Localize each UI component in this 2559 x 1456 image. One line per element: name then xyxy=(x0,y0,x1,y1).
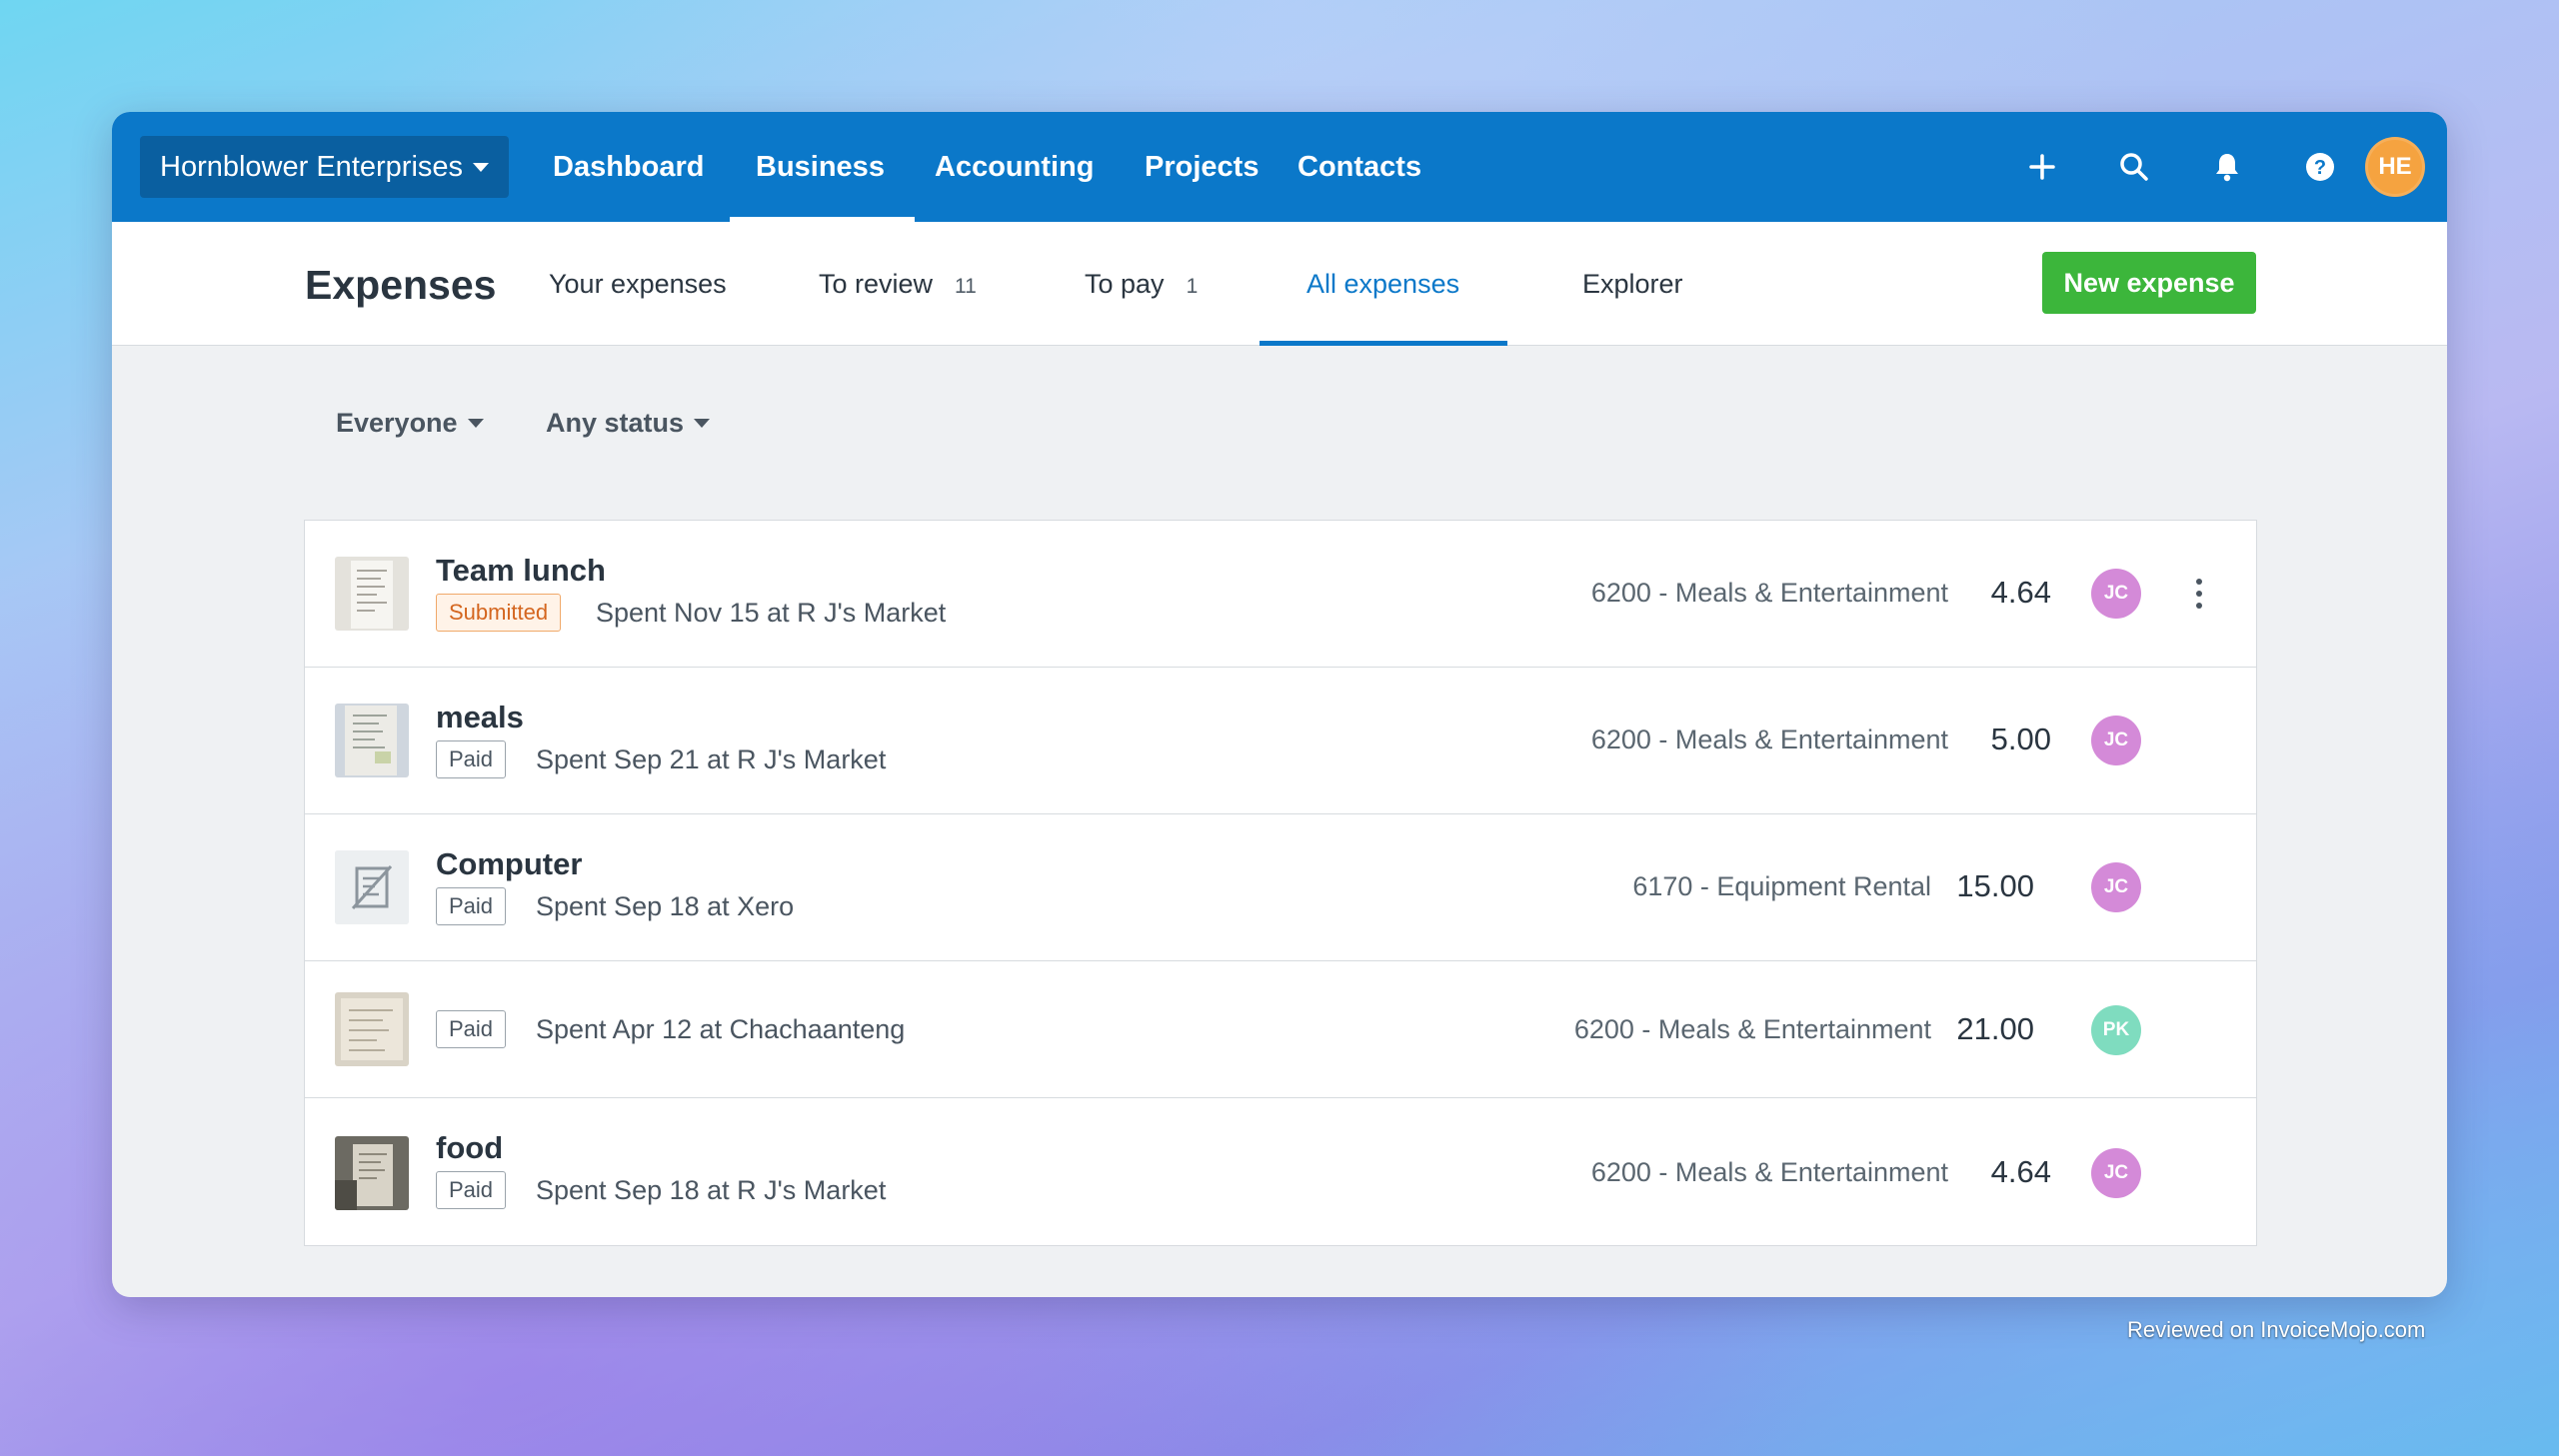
tab-all-expenses[interactable]: All expenses xyxy=(1306,222,1459,346)
expense-amount: 5.00 xyxy=(1990,722,2051,756)
expense-amount: 4.64 xyxy=(1990,575,2051,610)
expense-account: 6200 - Meals & Entertainment xyxy=(1590,578,1948,608)
page-title: Expenses xyxy=(305,262,497,308)
tab-your-expenses[interactable]: Your expenses xyxy=(549,222,727,346)
user-avatar: JC xyxy=(2091,716,2141,765)
status-filter-dropdown[interactable]: Any status xyxy=(546,408,711,439)
expense-meta: Spent Sep 21 at R J's Market xyxy=(536,744,887,774)
tab-count: 11 xyxy=(955,275,977,298)
expense-row[interactable]: food Paid Spent Sep 18 at R J's Market 6… xyxy=(305,1098,2256,1245)
caret-down-icon xyxy=(694,419,711,428)
nav-business[interactable]: Business xyxy=(730,112,915,222)
tab-label: To pay xyxy=(1085,269,1165,299)
nav-accounting[interactable]: Accounting xyxy=(935,112,1095,222)
status-badge: Paid xyxy=(436,1171,507,1209)
tab-label: Your expenses xyxy=(549,269,727,299)
expense-account: 6200 - Meals & Entertainment xyxy=(1590,1157,1948,1187)
person-filter-dropdown[interactable]: Everyone xyxy=(336,408,484,439)
expense-meta: Spent Apr 12 at Chachaanteng xyxy=(536,1014,906,1044)
expense-amount: 21.00 xyxy=(1956,1011,2034,1046)
expense-row[interactable]: Computer Paid Spent Sep 18 at Xero 6170 … xyxy=(305,814,2256,961)
expense-account: 6200 - Meals & Entertainment xyxy=(1590,725,1948,754)
expense-row[interactable]: Paid Spent Apr 12 at Chachaanteng 6200 -… xyxy=(305,961,2256,1098)
status-filter-value: Any status xyxy=(546,408,685,438)
no-receipt-icon xyxy=(335,850,409,924)
nav-dashboard[interactable]: Dashboard xyxy=(553,112,704,222)
top-navigation: Hornblower Enterprises Dashboard Busines… xyxy=(112,112,2447,222)
caret-down-icon xyxy=(473,162,490,172)
status-badge: Paid xyxy=(436,887,507,925)
user-avatar: PK xyxy=(2091,1005,2141,1055)
expense-list: Team lunch Submitted Spent Nov 15 at R J… xyxy=(304,520,2257,1246)
organization-name: Hornblower Enterprises xyxy=(160,150,464,183)
tab-label: All expenses xyxy=(1306,269,1460,299)
expense-amount: 4.64 xyxy=(1990,1154,2051,1189)
expense-account: 6170 - Equipment Rental xyxy=(1632,871,1931,901)
bell-icon[interactable] xyxy=(2207,147,2247,187)
receipt-thumbnail[interactable] xyxy=(335,704,409,777)
status-badge: Submitted xyxy=(436,594,562,632)
app-window: Hornblower Enterprises Dashboard Busines… xyxy=(112,112,2447,1297)
new-expense-button[interactable]: New expense xyxy=(2042,252,2256,314)
tab-to-review[interactable]: To review 11 xyxy=(819,222,977,346)
expense-title[interactable]: Computer xyxy=(436,846,582,882)
user-avatar: JC xyxy=(2091,1148,2141,1198)
tab-count: 1 xyxy=(1186,275,1199,298)
active-tab-indicator xyxy=(1260,341,1507,346)
person-filter-value: Everyone xyxy=(336,408,458,438)
tab-explorer[interactable]: Explorer xyxy=(1582,222,1683,346)
watermark: Reviewed on InvoiceMojo.com xyxy=(2127,1317,2426,1342)
expense-meta: Spent Nov 15 at R J's Market xyxy=(596,598,947,628)
expense-meta: Spent Sep 18 at Xero xyxy=(536,891,795,921)
receipt-thumbnail[interactable] xyxy=(335,557,409,631)
user-avatar: JC xyxy=(2091,862,2141,912)
status-badge: Paid xyxy=(436,1010,507,1048)
tab-to-pay[interactable]: To pay 1 xyxy=(1085,222,1198,346)
status-badge: Paid xyxy=(436,740,507,778)
expense-meta: Spent Sep 18 at R J's Market xyxy=(536,1175,887,1205)
expense-row[interactable]: Team lunch Submitted Spent Nov 15 at R J… xyxy=(305,521,2256,668)
tab-label: To review xyxy=(819,269,934,299)
expense-account: 6200 - Meals & Entertainment xyxy=(1573,1014,1931,1044)
organization-switcher[interactable]: Hornblower Enterprises xyxy=(140,136,510,198)
svg-text:?: ? xyxy=(2314,157,2326,179)
tab-label: Explorer xyxy=(1582,269,1683,299)
expense-title[interactable]: meals xyxy=(436,700,524,735)
expenses-header: Expenses Your expenses To review 11 To pa… xyxy=(112,222,2447,346)
user-avatar[interactable]: HE xyxy=(2365,137,2425,197)
user-avatar: JC xyxy=(2091,569,2141,619)
expense-row[interactable]: meals Paid Spent Sep 21 at R J's Market … xyxy=(305,668,2256,814)
expense-amount: 15.00 xyxy=(1956,868,2034,903)
receipt-thumbnail[interactable] xyxy=(335,992,409,1066)
more-options-icon[interactable] xyxy=(2184,569,2214,619)
expense-title[interactable]: food xyxy=(436,1130,503,1166)
caret-down-icon xyxy=(467,419,484,428)
nav-contacts[interactable]: Contacts xyxy=(1297,112,1421,222)
plus-icon[interactable] xyxy=(2022,147,2062,187)
help-icon[interactable]: ? xyxy=(2300,147,2340,187)
receipt-thumbnail[interactable] xyxy=(335,1136,409,1210)
search-icon[interactable] xyxy=(2114,147,2154,187)
nav-projects[interactable]: Projects xyxy=(1145,112,1259,222)
expense-title[interactable]: Team lunch xyxy=(436,553,606,589)
